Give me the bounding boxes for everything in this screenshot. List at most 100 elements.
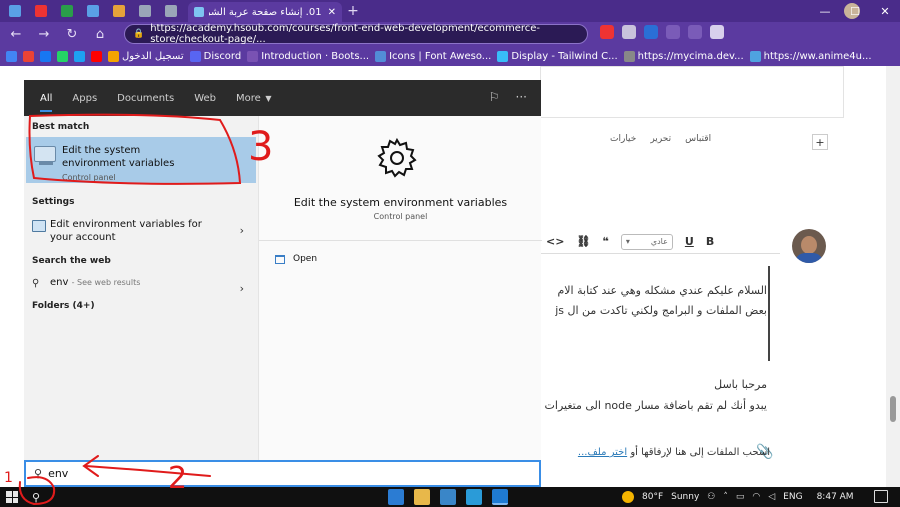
home-icon[interactable]: ⌂ bbox=[88, 22, 112, 46]
start-search-box[interactable]: ⚲ bbox=[24, 460, 541, 487]
post-line: السلام عليكم عندي مشكله وهي عند كتابة ال… bbox=[557, 284, 767, 297]
choose-file-link[interactable]: اختر ملف... bbox=[578, 447, 627, 458]
extension-icon[interactable] bbox=[688, 25, 702, 39]
pinned-tab[interactable] bbox=[134, 3, 156, 19]
window-controls: — ☐ ✕ bbox=[810, 0, 900, 22]
bookmark-item[interactable]: Introduction · Boots... bbox=[247, 50, 369, 62]
extension-icon[interactable] bbox=[644, 25, 658, 39]
bold-icon[interactable]: B bbox=[706, 235, 714, 248]
folders-heading[interactable]: Folders (4+) bbox=[32, 301, 95, 311]
extension-icon[interactable] bbox=[622, 25, 636, 39]
open-action[interactable]: Open bbox=[275, 254, 317, 264]
wifi-icon[interactable]: ◠ bbox=[752, 492, 760, 502]
windows-start-icon[interactable] bbox=[6, 491, 18, 503]
extension-icon[interactable] bbox=[600, 25, 614, 39]
back-icon[interactable]: ← bbox=[4, 22, 28, 46]
bookmark-item[interactable]: تسجيل الدخول bbox=[108, 50, 184, 62]
chevron-right-icon[interactable]: › bbox=[240, 282, 244, 295]
forward-icon[interactable]: → bbox=[32, 22, 56, 46]
best-match-result[interactable]: Edit the system environment variables Co… bbox=[26, 137, 256, 183]
plus-button[interactable]: + bbox=[812, 134, 828, 150]
bookmark-item[interactable]: https://mycima.dev... bbox=[623, 50, 744, 62]
tab-documents[interactable]: Documents bbox=[117, 93, 174, 104]
pinned-tab[interactable] bbox=[108, 3, 130, 19]
address-bar[interactable]: 🔒 https://academy.hsoub.com/courses/fron… bbox=[124, 23, 588, 45]
bookmark-item[interactable]: Icons | Font Aweso... bbox=[375, 50, 491, 62]
vscode-icon[interactable] bbox=[492, 489, 508, 505]
new-tab-button[interactable]: + bbox=[344, 3, 362, 19]
page-scrollbar[interactable] bbox=[886, 66, 900, 487]
people-icon[interactable]: ⚇ bbox=[707, 492, 715, 502]
tab-web[interactable]: Web bbox=[194, 93, 216, 104]
tab-all[interactable]: All bbox=[40, 93, 53, 112]
minimize-icon[interactable]: — bbox=[810, 0, 840, 22]
tab-apps[interactable]: Apps bbox=[72, 93, 97, 104]
bookmark-item[interactable] bbox=[57, 50, 68, 62]
notification-icon[interactable] bbox=[874, 490, 888, 503]
bookmark-item[interactable]: Display - Tailwind C... bbox=[497, 50, 618, 62]
network-icon[interactable]: ▭ bbox=[736, 492, 745, 502]
quote-icon[interactable]: ❝ bbox=[602, 235, 608, 248]
taskbar-apps bbox=[388, 489, 508, 505]
open-icon bbox=[275, 254, 285, 264]
underline-icon[interactable]: U bbox=[685, 235, 694, 248]
bookmark-item[interactable]: Discord bbox=[189, 50, 241, 62]
bookmark-item[interactable] bbox=[23, 50, 34, 62]
taskbar-search-icon[interactable]: ⚲ bbox=[26, 489, 46, 505]
feedback-icon[interactable]: ⚐ bbox=[489, 90, 500, 104]
reload-icon[interactable]: ↻ bbox=[60, 22, 84, 46]
chevron-up-icon[interactable]: ˄ bbox=[723, 492, 728, 502]
terminal-icon[interactable] bbox=[466, 489, 482, 505]
bookmark-item[interactable]: https://ww.anime4u... bbox=[749, 50, 872, 62]
bookmark-favicon-icon bbox=[108, 50, 119, 62]
bookmark-item[interactable] bbox=[40, 50, 51, 62]
bookmark-item[interactable] bbox=[91, 50, 102, 62]
link-icon[interactable]: ⛓ bbox=[576, 235, 590, 248]
user-avatar[interactable] bbox=[792, 229, 826, 263]
tab-more-label: More bbox=[236, 92, 261, 104]
tab-more[interactable]: More ▼ bbox=[236, 93, 272, 104]
weather-temp[interactable]: 80°F bbox=[642, 492, 663, 502]
extension-icon[interactable] bbox=[666, 25, 680, 39]
tab-favicon-icon bbox=[113, 5, 125, 17]
pinned-tab[interactable] bbox=[56, 3, 78, 19]
more-options-icon[interactable]: ··· bbox=[516, 90, 527, 104]
bookmark-item[interactable] bbox=[6, 50, 17, 62]
best-match-sub: Control panel bbox=[62, 173, 116, 182]
pinned-tab[interactable] bbox=[82, 3, 104, 19]
close-tab-icon[interactable]: ✕ bbox=[328, 7, 336, 18]
clock[interactable]: 8:47 AM bbox=[817, 492, 854, 502]
options-action[interactable]: خيارات bbox=[610, 134, 636, 144]
active-tab[interactable]: 01. إنشاء صفحة عربة الشراء - صف ✕ bbox=[188, 2, 342, 22]
file-explorer-icon[interactable] bbox=[414, 489, 430, 505]
quote-action[interactable]: اقتباس bbox=[685, 134, 711, 144]
search-input[interactable] bbox=[48, 467, 449, 480]
bookmark-favicon-icon bbox=[91, 50, 102, 62]
edit-action[interactable]: تحرير bbox=[650, 134, 671, 144]
pinned-tab[interactable] bbox=[4, 3, 26, 19]
pinned-tab[interactable] bbox=[160, 3, 182, 19]
web-query: env bbox=[50, 277, 69, 288]
detail-title: Edit the system environment variables bbox=[293, 196, 508, 209]
volume-icon[interactable]: ◁ bbox=[768, 492, 775, 502]
store-icon[interactable] bbox=[440, 489, 456, 505]
result-detail-pane: Edit the system environment variables Co… bbox=[258, 116, 542, 460]
paragraph-style-select[interactable]: ▾ عادي bbox=[620, 233, 673, 250]
code-icon[interactable]: <> bbox=[546, 235, 564, 248]
sun-icon bbox=[622, 491, 634, 503]
hsoub-favicon-icon bbox=[194, 7, 204, 17]
bookmark-item[interactable] bbox=[74, 50, 85, 62]
maximize-icon[interactable]: ☐ bbox=[840, 0, 870, 22]
attach-dropzone: اسحب الملفات إلى هنا لإرفاقها أو اختر مل… bbox=[578, 447, 770, 458]
scrollbar-thumb[interactable] bbox=[890, 396, 896, 422]
pinned-tab[interactable] bbox=[30, 3, 52, 19]
web-search-result[interactable]: ⚲ env - See web results › bbox=[24, 276, 258, 295]
chevron-right-icon[interactable]: › bbox=[240, 224, 244, 237]
puzzle-icon[interactable] bbox=[710, 25, 724, 39]
settings-result[interactable]: Edit environment variables for your acco… bbox=[24, 218, 258, 244]
bookmark-favicon-icon bbox=[375, 50, 387, 62]
language-indicator[interactable]: ENG bbox=[783, 492, 802, 502]
close-window-icon[interactable]: ✕ bbox=[870, 0, 900, 22]
edge-icon[interactable] bbox=[388, 489, 404, 505]
weather-desc[interactable]: Sunny bbox=[671, 492, 699, 502]
